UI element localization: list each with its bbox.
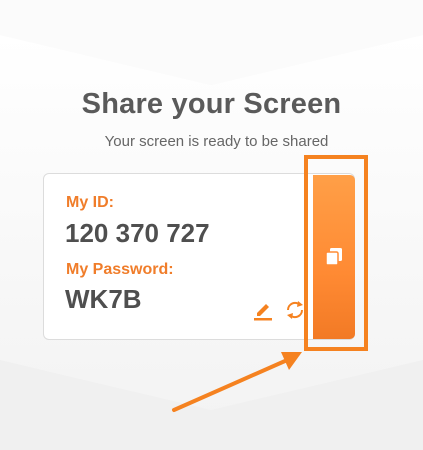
copy-credentials-button[interactable] [313, 175, 355, 339]
refresh-icon[interactable] [284, 299, 306, 321]
password-label: My Password: [66, 261, 174, 278]
copy-icon [325, 248, 342, 266]
page-title: Share your Screen [81, 88, 342, 120]
id-value: 120 370 727 [65, 218, 210, 248]
id-label: My ID: [66, 194, 114, 211]
pencil-icon[interactable] [252, 299, 274, 321]
password-value: WK7B [65, 284, 142, 314]
page-subtitle: Your screen is ready to be shared [104, 133, 329, 150]
credentials-card: My ID: 120 370 727 My Password: WK7B [43, 173, 355, 340]
